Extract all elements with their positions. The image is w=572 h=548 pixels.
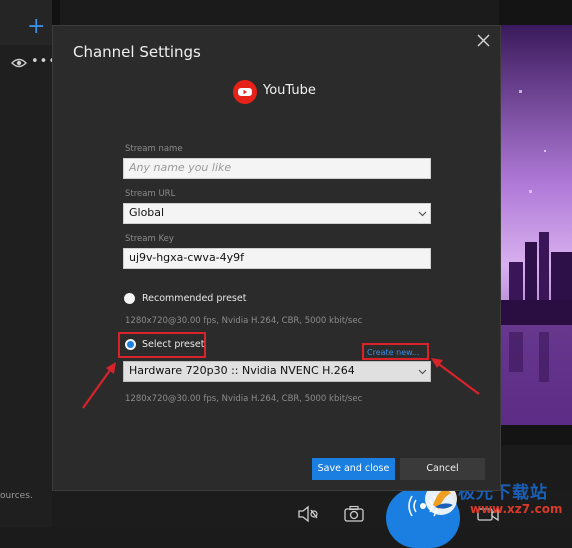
preview-image: [499, 0, 572, 445]
stream-url-label: Stream URL: [125, 189, 176, 199]
select-preset-info: 1280x720@30.00 fps, Nvidia H.264, CBR, 5…: [125, 394, 363, 404]
sources-hint: ources.: [0, 491, 33, 501]
mute-icon[interactable]: [297, 505, 319, 523]
recommended-preset-label[interactable]: Recommended preset: [142, 293, 246, 304]
save-and-close-button[interactable]: Save and close: [312, 458, 395, 480]
stream-name-label: Stream name: [125, 144, 183, 154]
eye-icon[interactable]: [11, 57, 27, 69]
preset-select[interactable]: Hardware 720p30 :: Nvidia NVENC H.264: [123, 361, 431, 382]
camera-icon[interactable]: [343, 505, 365, 523]
sources-panel: [0, 0, 52, 527]
stream-key-input[interactable]: uj9v-hgxa-cwva-4y9f: [123, 248, 431, 269]
cancel-button[interactable]: Cancel: [400, 458, 485, 480]
dialog-title: Channel Settings: [73, 43, 201, 61]
stream-key-label: Stream Key: [125, 234, 174, 244]
arrow-annotation: [431, 358, 480, 395]
stream-name-input[interactable]: Any name you like: [123, 158, 431, 179]
select-preset-radio[interactable]: [125, 339, 136, 350]
platform-name: YouTube: [263, 83, 316, 98]
create-new-link[interactable]: Create new...: [367, 348, 420, 357]
recommended-preset-radio[interactable]: [124, 293, 135, 304]
chevron-down-icon: [418, 211, 427, 217]
chevron-down-icon: [418, 369, 427, 375]
youtube-logo-icon: [233, 80, 257, 104]
select-preset-label[interactable]: Select preset: [142, 339, 204, 350]
stream-url-select[interactable]: Global: [123, 203, 431, 224]
stream-url-value: Global: [129, 206, 165, 219]
plus-icon[interactable]: +: [27, 16, 45, 38]
close-icon[interactable]: [476, 33, 491, 48]
recommended-preset-info: 1280x720@30.00 fps, Nvidia H.264, CBR, 5…: [125, 316, 363, 326]
watermark-url: www.xz7.com: [470, 502, 563, 516]
arrow-annotation: [82, 362, 116, 409]
preset-select-value: Hardware 720p30 :: Nvidia NVENC H.264: [129, 364, 355, 377]
